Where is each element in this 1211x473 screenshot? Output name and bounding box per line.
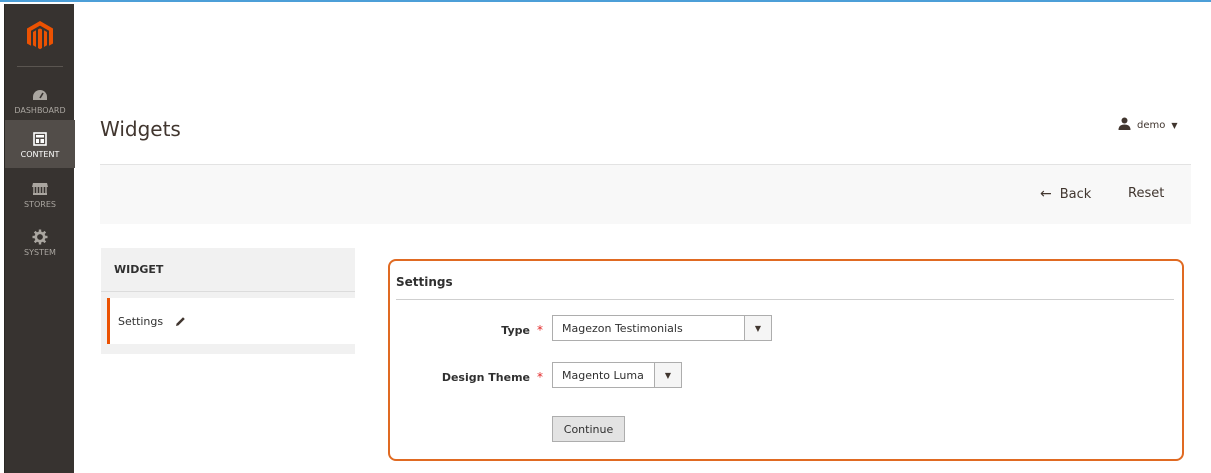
nav-system[interactable]: SYSTEM <box>5 218 75 266</box>
stores-icon <box>31 180 49 198</box>
chevron-down-icon: ▼ <box>654 363 681 387</box>
admin-sidebar: DASHBOARD CONTENT STORES SYSTEM <box>4 4 75 473</box>
design-theme-select[interactable]: Magento Luma ▼ <box>552 362 682 388</box>
settings-divider <box>396 299 1174 300</box>
type-label: Type <box>501 324 530 337</box>
nav-label: DASHBOARD <box>14 105 66 115</box>
settings-fieldset: Settings Type * Magezon Testimonials ▼ D… <box>388 259 1184 461</box>
type-select[interactable]: Magezon Testimonials ▼ <box>552 315 772 341</box>
user-name: demo <box>1137 119 1166 131</box>
nav-label: STORES <box>24 199 56 209</box>
arrow-left-icon: ← <box>1040 186 1052 202</box>
widget-tabs: WIDGET Settings <box>101 248 355 354</box>
design-theme-select-value: Magento Luma <box>562 368 644 382</box>
content-icon <box>31 130 49 148</box>
chevron-down-icon: ▼ <box>744 316 771 340</box>
nav-dashboard[interactable]: DASHBOARD <box>5 76 75 124</box>
nav-label: CONTENT <box>20 149 60 159</box>
system-icon <box>31 228 49 246</box>
nav-stores[interactable]: STORES <box>5 170 75 218</box>
type-select-value: Magezon Testimonials <box>562 321 683 335</box>
admin-page: DASHBOARD CONTENT STORES SYSTEM Widgets … <box>0 0 1211 473</box>
back-button[interactable]: ← Back <box>1040 186 1091 202</box>
page-actions-bar: ← Back Reset <box>100 164 1191 224</box>
required-mark: * <box>537 323 543 337</box>
logo-divider <box>17 66 63 67</box>
dashboard-icon <box>31 86 49 104</box>
pencil-icon <box>175 316 186 327</box>
reset-button[interactable]: Reset <box>1128 186 1164 201</box>
continue-button[interactable]: Continue <box>552 416 625 442</box>
back-button-label: Back <box>1059 186 1092 202</box>
nav-label: SYSTEM <box>24 247 56 257</box>
required-mark: * <box>537 370 543 384</box>
page-title: Widgets <box>100 117 181 141</box>
user-icon <box>1118 117 1131 133</box>
user-menu[interactable]: demo ▼ <box>1118 117 1178 133</box>
tab-label: Settings <box>118 314 164 328</box>
tab-settings[interactable]: Settings <box>107 298 355 344</box>
design-theme-label: Design Theme <box>441 371 530 384</box>
chevron-down-icon: ▼ <box>1171 120 1178 130</box>
magento-logo[interactable] <box>5 16 75 56</box>
nav-content[interactable]: CONTENT <box>5 120 75 168</box>
tabs-title: WIDGET <box>101 248 355 292</box>
settings-title: Settings <box>396 275 453 289</box>
